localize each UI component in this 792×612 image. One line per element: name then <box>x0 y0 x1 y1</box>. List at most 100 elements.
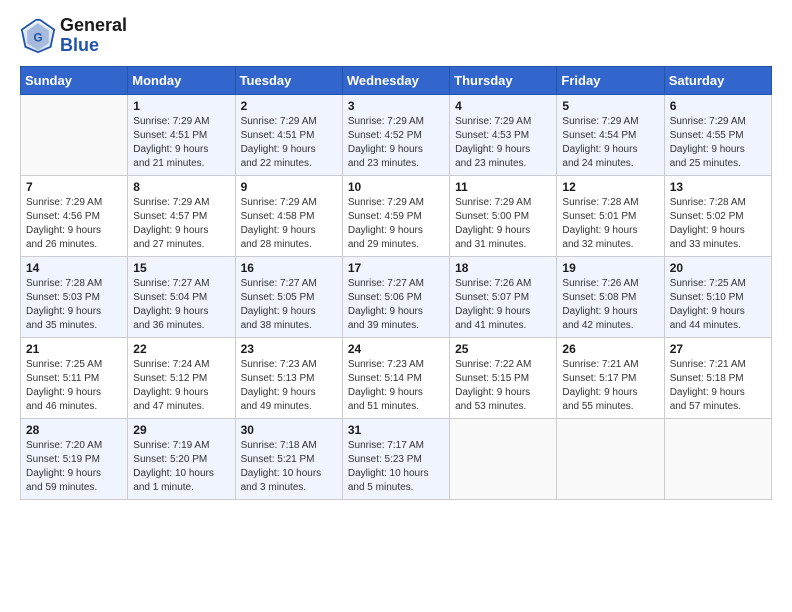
day-number: 26 <box>562 342 658 356</box>
day-number: 25 <box>455 342 551 356</box>
calendar-cell: 2 Sunrise: 7:29 AM Sunset: 4:51 PM Daylig… <box>235 94 342 175</box>
day-header-saturday: Saturday <box>664 66 771 94</box>
day-info: Sunrise: 7:29 AM Sunset: 4:52 PM Dayligh… <box>348 115 444 171</box>
day-number: 18 <box>455 261 551 275</box>
day-info: Sunrise: 7:21 AM Sunset: 5:17 PM Dayligh… <box>562 358 658 414</box>
day-info: Sunrise: 7:26 AM Sunset: 5:07 PM Dayligh… <box>455 277 551 333</box>
day-info: Sunrise: 7:29 AM Sunset: 4:51 PM Dayligh… <box>241 115 337 171</box>
day-number: 5 <box>562 99 658 113</box>
day-info: Sunrise: 7:29 AM Sunset: 4:58 PM Dayligh… <box>241 196 337 252</box>
calendar-cell: 28 Sunrise: 7:20 AM Sunset: 5:19 PM Dayli… <box>21 418 128 499</box>
day-number: 10 <box>348 180 444 194</box>
logo: G General Blue <box>20 16 127 56</box>
calendar-cell: 5 Sunrise: 7:29 AM Sunset: 4:54 PM Daylig… <box>557 94 664 175</box>
day-info: Sunrise: 7:18 AM Sunset: 5:21 PM Dayligh… <box>241 439 337 495</box>
svg-text:G: G <box>33 31 42 44</box>
day-info: Sunrise: 7:25 AM Sunset: 5:11 PM Dayligh… <box>26 358 122 414</box>
day-info: Sunrise: 7:25 AM Sunset: 5:10 PM Dayligh… <box>670 277 766 333</box>
calendar-cell: 7Sunrise: 7:29 AM Sunset: 4:56 PM Daylig… <box>21 175 128 256</box>
day-number: 19 <box>562 261 658 275</box>
calendar-cell: 26 Sunrise: 7:21 AM Sunset: 5:17 PM Dayli… <box>557 337 664 418</box>
calendar-cell: 15 Sunrise: 7:27 AM Sunset: 5:04 PM Dayli… <box>128 256 235 337</box>
day-number: 2 <box>241 99 337 113</box>
calendar-cell: 4Sunrise: 7:29 AM Sunset: 4:53 PM Daylig… <box>450 94 557 175</box>
calendar-cell: 16 Sunrise: 7:27 AM Sunset: 5:05 PM Dayli… <box>235 256 342 337</box>
calendar-cell: 1 Sunrise: 7:29 AM Sunset: 4:51 PM Daylig… <box>128 94 235 175</box>
day-number: 16 <box>241 261 337 275</box>
calendar-cell: 14Sunrise: 7:28 AM Sunset: 5:03 PM Dayli… <box>21 256 128 337</box>
day-number: 8 <box>133 180 229 194</box>
day-number: 6 <box>670 99 766 113</box>
logo-general: General <box>60 16 127 36</box>
day-number: 29 <box>133 423 229 437</box>
calendar-cell: 3 Sunrise: 7:29 AM Sunset: 4:52 PM Daylig… <box>342 94 449 175</box>
calendar-cell: 19 Sunrise: 7:26 AM Sunset: 5:08 PM Dayli… <box>557 256 664 337</box>
calendar-cell: 29 Sunrise: 7:19 AM Sunset: 5:20 PM Dayli… <box>128 418 235 499</box>
day-header-thursday: Thursday <box>450 66 557 94</box>
calendar-cell <box>664 418 771 499</box>
day-info: Sunrise: 7:22 AM Sunset: 5:15 PM Dayligh… <box>455 358 551 414</box>
day-info: Sunrise: 7:29 AM Sunset: 4:57 PM Dayligh… <box>133 196 229 252</box>
day-number: 20 <box>670 261 766 275</box>
week-row-3: 14Sunrise: 7:28 AM Sunset: 5:03 PM Dayli… <box>21 256 772 337</box>
calendar-cell: 30 Sunrise: 7:18 AM Sunset: 5:21 PM Dayli… <box>235 418 342 499</box>
day-info: Sunrise: 7:29 AM Sunset: 4:56 PM Dayligh… <box>26 196 122 252</box>
calendar-table: SundayMondayTuesdayWednesdayThursdayFrid… <box>20 66 772 500</box>
day-header-tuesday: Tuesday <box>235 66 342 94</box>
day-info: Sunrise: 7:20 AM Sunset: 5:19 PM Dayligh… <box>26 439 122 495</box>
day-number: 24 <box>348 342 444 356</box>
calendar-cell: 17 Sunrise: 7:27 AM Sunset: 5:06 PM Dayli… <box>342 256 449 337</box>
day-info: Sunrise: 7:23 AM Sunset: 5:13 PM Dayligh… <box>241 358 337 414</box>
calendar-cell: 18 Sunrise: 7:26 AM Sunset: 5:07 PM Dayli… <box>450 256 557 337</box>
calendar-cell <box>450 418 557 499</box>
day-number: 17 <box>348 261 444 275</box>
day-info: Sunrise: 7:27 AM Sunset: 5:06 PM Dayligh… <box>348 277 444 333</box>
day-number: 28 <box>26 423 122 437</box>
day-number: 30 <box>241 423 337 437</box>
logo-icon: G <box>20 18 56 54</box>
day-info: Sunrise: 7:29 AM Sunset: 4:59 PM Dayligh… <box>348 196 444 252</box>
calendar-cell <box>21 94 128 175</box>
header-row: SundayMondayTuesdayWednesdayThursdayFrid… <box>21 66 772 94</box>
day-number: 22 <box>133 342 229 356</box>
day-number: 15 <box>133 261 229 275</box>
day-number: 12 <box>562 180 658 194</box>
calendar-cell <box>557 418 664 499</box>
day-number: 14 <box>26 261 122 275</box>
calendar-cell: 6 Sunrise: 7:29 AM Sunset: 4:55 PM Daylig… <box>664 94 771 175</box>
day-number: 31 <box>348 423 444 437</box>
day-number: 3 <box>348 99 444 113</box>
calendar-cell: 23Sunrise: 7:23 AM Sunset: 5:13 PM Dayli… <box>235 337 342 418</box>
day-header-wednesday: Wednesday <box>342 66 449 94</box>
day-info: Sunrise: 7:29 AM Sunset: 4:53 PM Dayligh… <box>455 115 551 171</box>
day-number: 13 <box>670 180 766 194</box>
day-info: Sunrise: 7:28 AM Sunset: 5:02 PM Dayligh… <box>670 196 766 252</box>
calendar-cell: 11Sunrise: 7:29 AM Sunset: 5:00 PM Dayli… <box>450 175 557 256</box>
day-info: Sunrise: 7:27 AM Sunset: 5:05 PM Dayligh… <box>241 277 337 333</box>
day-number: 1 <box>133 99 229 113</box>
calendar-cell: 24 Sunrise: 7:23 AM Sunset: 5:14 PM Dayli… <box>342 337 449 418</box>
calendar-cell: 13 Sunrise: 7:28 AM Sunset: 5:02 PM Dayli… <box>664 175 771 256</box>
header: G General Blue <box>20 16 772 56</box>
calendar-cell: 9 Sunrise: 7:29 AM Sunset: 4:58 PM Daylig… <box>235 175 342 256</box>
calendar-cell: 20 Sunrise: 7:25 AM Sunset: 5:10 PM Dayli… <box>664 256 771 337</box>
day-header-sunday: Sunday <box>21 66 128 94</box>
day-number: 27 <box>670 342 766 356</box>
calendar-cell: 21 Sunrise: 7:25 AM Sunset: 5:11 PM Dayli… <box>21 337 128 418</box>
day-info: Sunrise: 7:29 AM Sunset: 4:51 PM Dayligh… <box>133 115 229 171</box>
day-info: Sunrise: 7:17 AM Sunset: 5:23 PM Dayligh… <box>348 439 444 495</box>
day-info: Sunrise: 7:29 AM Sunset: 4:54 PM Dayligh… <box>562 115 658 171</box>
week-row-5: 28 Sunrise: 7:20 AM Sunset: 5:19 PM Dayli… <box>21 418 772 499</box>
day-info: Sunrise: 7:29 AM Sunset: 4:55 PM Dayligh… <box>670 115 766 171</box>
day-info: Sunrise: 7:24 AM Sunset: 5:12 PM Dayligh… <box>133 358 229 414</box>
day-header-friday: Friday <box>557 66 664 94</box>
calendar-cell: 22 Sunrise: 7:24 AM Sunset: 5:12 PM Dayli… <box>128 337 235 418</box>
day-info: Sunrise: 7:27 AM Sunset: 5:04 PM Dayligh… <box>133 277 229 333</box>
day-info: Sunrise: 7:23 AM Sunset: 5:14 PM Dayligh… <box>348 358 444 414</box>
day-info: Sunrise: 7:26 AM Sunset: 5:08 PM Dayligh… <box>562 277 658 333</box>
calendar-cell: 27Sunrise: 7:21 AM Sunset: 5:18 PM Dayli… <box>664 337 771 418</box>
calendar-cell: 25 Sunrise: 7:22 AM Sunset: 5:15 PM Dayli… <box>450 337 557 418</box>
day-number: 21 <box>26 342 122 356</box>
day-number: 9 <box>241 180 337 194</box>
day-info: Sunrise: 7:19 AM Sunset: 5:20 PM Dayligh… <box>133 439 229 495</box>
